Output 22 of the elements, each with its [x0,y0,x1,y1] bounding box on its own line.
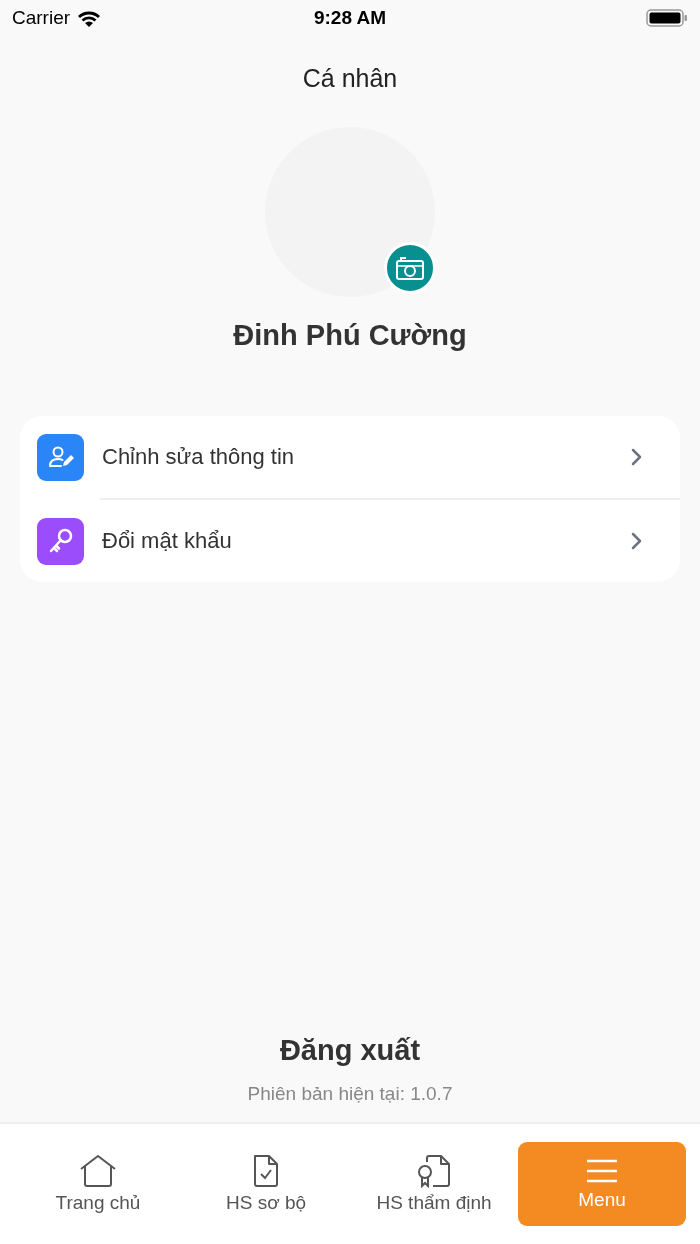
battery-icon [646,8,688,28]
page-title: Cá nhân [301,64,399,93]
menu-label: Đổi mật khẩu [102,528,233,554]
menu-row[interactable]: Chỉnh sửa thông tin [20,416,680,498]
chevron-right-icon [630,447,644,467]
clock-time: 9:28 AM [313,7,387,29]
home-icon [79,1154,117,1188]
tab[interactable]: HS sơ bộ [182,1142,350,1226]
document-check-icon [251,1154,281,1188]
carrier-label: Carrier [12,7,71,29]
menu-icon [585,1157,619,1185]
menu-row[interactable]: Đổi mật khẩu [20,500,680,582]
logout-button[interactable]: Đăng xuất [279,1034,421,1067]
tab[interactable]: HS thẩm định [350,1142,518,1226]
user-name: Đinh Phú Cường [232,319,468,352]
camera-icon [395,255,425,281]
tab[interactable]: Trang chủ [14,1142,182,1226]
camera-button[interactable] [384,242,436,294]
menu-label: Chỉnh sửa thông tin [102,444,296,470]
chevron-right-icon [630,531,644,551]
document-badge-icon [415,1154,453,1188]
version-text: Phiên bản hiện tại: 1.0.7 [246,1083,454,1105]
